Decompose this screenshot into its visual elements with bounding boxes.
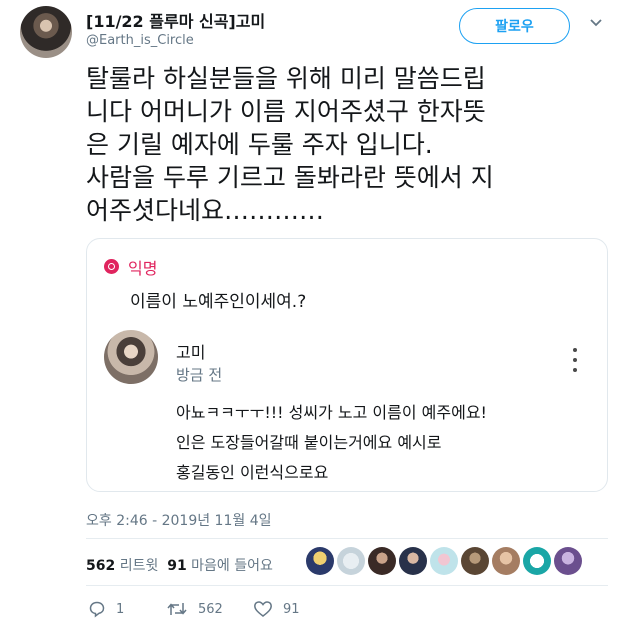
chevron-down-icon[interactable] xyxy=(588,14,604,30)
reply-icon xyxy=(89,601,105,618)
likes-count[interactable]: 91 xyxy=(167,558,186,574)
liker-avatar[interactable] xyxy=(399,547,427,575)
tweet-text: 탈룰라 하실분들을 위해 미리 말씀드립 니다 어머니가 이름 지어주셨구 한자… xyxy=(86,62,606,227)
liker-avatar[interactable] xyxy=(554,547,582,575)
reply-name: 고미 xyxy=(176,343,206,362)
likes-label[interactable]: 마음에 들어요 xyxy=(191,558,273,574)
more-options-icon[interactable] xyxy=(570,346,580,374)
author-handle[interactable]: @Earth_is_Circle xyxy=(86,33,194,48)
reply-avatar xyxy=(104,330,158,384)
anon-label: 익명 xyxy=(128,259,158,278)
retweets-label[interactable]: 리트윗 xyxy=(120,558,159,574)
retweet-action[interactable]: 562 xyxy=(166,600,223,618)
tweet-line: 사람을 두루 기르고 돌봐라란 뜻에서 지 xyxy=(86,163,494,192)
engagement-stats: 562 리트윗 91 마음에 들어요 xyxy=(86,555,273,575)
tweet-timestamp[interactable]: 오후 2:46 - 2019년 11월 4일 xyxy=(86,510,272,530)
liker-avatar[interactable] xyxy=(492,547,520,575)
follow-button[interactable]: 팔로우 xyxy=(459,8,570,44)
liker-avatar[interactable] xyxy=(523,547,551,575)
divider xyxy=(86,585,608,586)
like-count: 91 xyxy=(283,601,300,617)
anon-icon xyxy=(104,259,119,274)
tweet-line: 탈룰라 하실분들을 위해 미리 말씀드립 xyxy=(86,64,486,93)
reply-action[interactable]: 1 xyxy=(88,600,124,618)
author-avatar[interactable] xyxy=(20,6,72,58)
tweet-line: 은 기릴 예자에 두룰 주자 입니다. xyxy=(86,130,433,159)
like-action[interactable]: 91 xyxy=(253,600,300,618)
reply-line: 인은 도장들어갈때 붙이는거에요 예시로 xyxy=(176,433,442,452)
reply-time: 방금 전 xyxy=(176,366,223,384)
question-text: 이름이 노예주인이세여.? xyxy=(130,292,307,312)
author-display-name[interactable]: [11/22 플루마 신곡]고미 xyxy=(86,8,265,32)
heart-icon xyxy=(254,601,272,617)
liker-avatar[interactable] xyxy=(337,547,365,575)
retweet-icon xyxy=(167,603,187,615)
liker-avatar[interactable] xyxy=(430,547,458,575)
reply-text: 아뇨ㅋㅋㅜㅜ!!! 성씨가 노고 이름이 예주에요! 인은 도장들어갈때 붙이는… xyxy=(176,398,487,488)
tweet-line: 어주셧다네요………… xyxy=(86,196,325,225)
liker-avatar[interactable] xyxy=(461,547,489,575)
reply-line: 홍길동인 이런식으로요 xyxy=(176,463,329,482)
tweet-line: 니다 어머니가 이름 지어주셨구 한자뜻 xyxy=(86,97,486,126)
liker-avatar[interactable] xyxy=(306,547,334,575)
retweets-count[interactable]: 562 xyxy=(86,558,115,574)
reply-line: 아뇨ㅋㅋㅜㅜ!!! 성씨가 노고 이름이 예주에요! xyxy=(176,403,487,422)
retweet-count: 562 xyxy=(198,601,223,617)
liker-avatar[interactable] xyxy=(368,547,396,575)
divider xyxy=(86,538,608,539)
reply-count: 1 xyxy=(116,601,125,617)
